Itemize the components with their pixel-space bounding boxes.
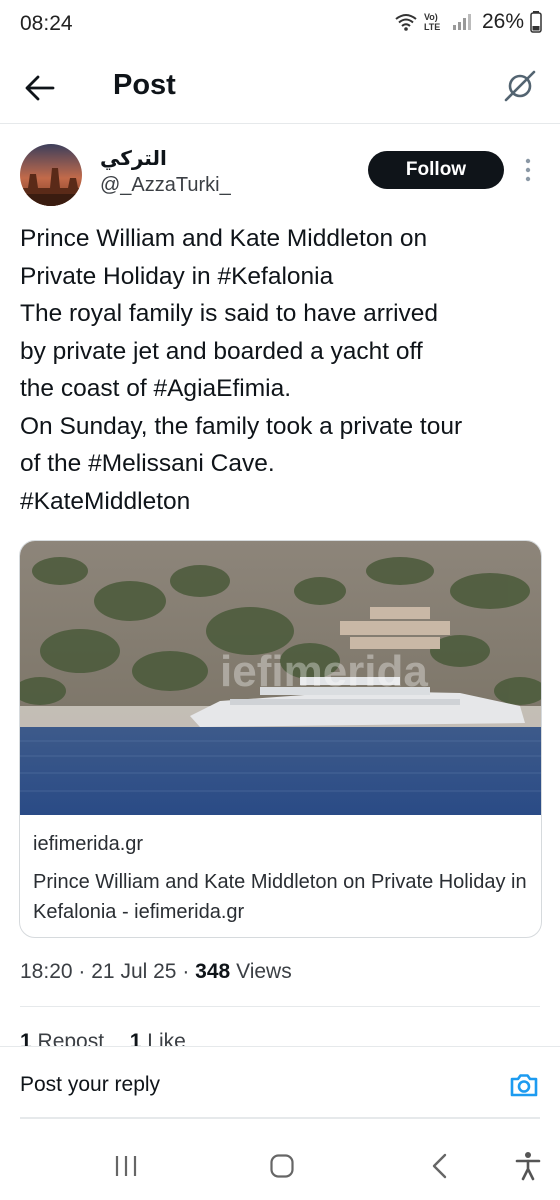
tweet-line: The royal family is said to have arrived bbox=[20, 300, 439, 327]
accessibility-button[interactable] bbox=[508, 1148, 548, 1184]
link-card[interactable]: iefimerida iefimerida.gr Prince William … bbox=[19, 540, 542, 938]
engagement-stats[interactable]: 1 Repost 1 Like bbox=[20, 1030, 186, 1046]
reply-bar: Post your reply bbox=[0, 1046, 560, 1120]
grok-button[interactable] bbox=[498, 64, 542, 108]
handle[interactable]: @_AzzaTurki_ bbox=[100, 172, 231, 198]
home-button[interactable] bbox=[262, 1148, 302, 1184]
views-label: Views bbox=[236, 960, 292, 983]
back-icon bbox=[432, 1153, 447, 1179]
views-count: 348 bbox=[195, 960, 231, 983]
likes-count: 1 bbox=[129, 1030, 142, 1046]
camera-button[interactable] bbox=[508, 1069, 540, 1101]
tweet-line: On Sunday, the family took a private tou… bbox=[20, 412, 463, 440]
battery-level: 26% bbox=[481, 10, 524, 33]
signal-icon bbox=[452, 14, 471, 30]
post-meta: 18:20 · 21 Jul 25 · 348 Views bbox=[20, 960, 292, 984]
app-header: Post bbox=[0, 52, 560, 124]
avatar[interactable] bbox=[20, 144, 82, 206]
tweet-line: #KateMiddleton bbox=[20, 487, 191, 515]
divider bbox=[20, 1117, 540, 1119]
yacht-photo: iefimerida bbox=[20, 541, 541, 815]
avatar-image bbox=[20, 144, 82, 206]
more-vertical-icon bbox=[525, 158, 531, 182]
battery-icon bbox=[530, 11, 542, 33]
author-names[interactable]: التركي @_AzzaTurki_ bbox=[100, 146, 231, 198]
follow-button[interactable]: Follow bbox=[368, 151, 504, 189]
wifi-icon bbox=[395, 14, 417, 31]
more-button[interactable] bbox=[518, 156, 538, 186]
author-row: التركي @_AzzaTurki_ Follow bbox=[0, 138, 560, 218]
status-icons: Vo) LTE 26% bbox=[394, 10, 542, 34]
post-date: 21 Jul 25 bbox=[91, 960, 177, 983]
recents-icon bbox=[115, 1156, 137, 1176]
card-title: Prince William and Kate Middleton on Pri… bbox=[33, 871, 527, 923]
likes-label[interactable]: Like bbox=[147, 1030, 186, 1046]
divider bbox=[20, 1006, 540, 1007]
status-time: 08:24 bbox=[20, 12, 73, 35]
system-nav-bar bbox=[0, 1130, 560, 1200]
system-back-button[interactable] bbox=[420, 1148, 460, 1184]
meta-separator: · bbox=[78, 960, 86, 983]
post-time: 18:20 bbox=[20, 960, 73, 983]
tweet-text: Prince William and Kate Middleton on Pri… bbox=[20, 220, 550, 520]
card-watermark: iefimerida bbox=[220, 647, 428, 696]
grok-icon bbox=[504, 70, 536, 102]
reply-input[interactable]: Post your reply bbox=[20, 1073, 160, 1097]
tweet-line: the coast of #AgiaEfimia. bbox=[20, 375, 292, 402]
home-icon bbox=[270, 1154, 294, 1178]
status-bar: 08:24 Vo) LTE 26% bbox=[0, 0, 560, 50]
network-label: Vo) LTE bbox=[423, 12, 441, 32]
accessibility-icon bbox=[515, 1152, 541, 1181]
reposts-count: 1 bbox=[20, 1030, 32, 1046]
tweet-line: Prince William and Kate Middleton on bbox=[20, 225, 428, 252]
recents-button[interactable] bbox=[106, 1148, 146, 1184]
camera-icon bbox=[510, 1074, 538, 1097]
tweet-line: Private Holiday in #Kefalonia bbox=[20, 262, 334, 290]
reposts-label[interactable]: Repost bbox=[38, 1030, 105, 1046]
tweet-line: by private jet and boarded a yacht off bbox=[20, 337, 423, 365]
card-domain: iefimerida.gr bbox=[33, 833, 144, 855]
arrow-left-icon bbox=[25, 75, 55, 101]
meta-separator: · bbox=[182, 960, 190, 983]
back-button[interactable] bbox=[20, 68, 60, 108]
tweet-line: of the #Melissani Cave. bbox=[20, 450, 275, 477]
page-title: Post bbox=[113, 69, 176, 101]
display-name[interactable]: التركي bbox=[100, 146, 231, 170]
card-image[interactable]: iefimerida bbox=[20, 541, 541, 815]
